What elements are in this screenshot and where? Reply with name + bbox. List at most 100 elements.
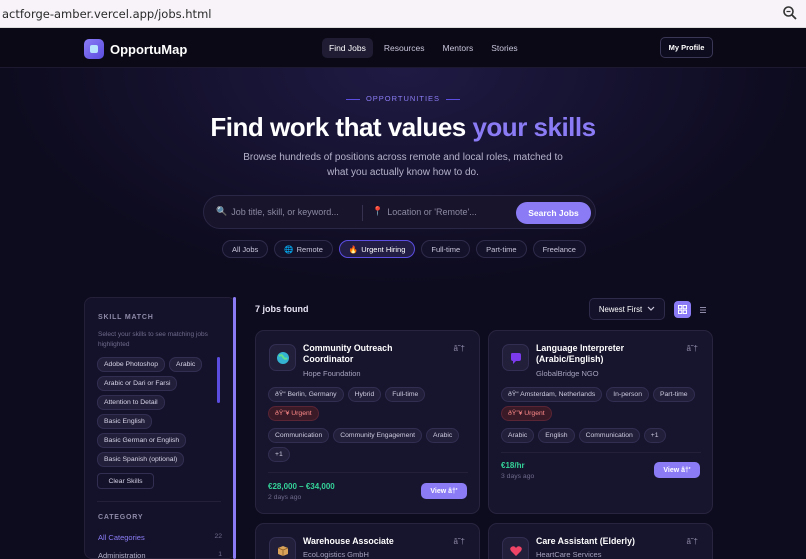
location-tag: ðŸ“ Amsterdam, Netherlands <box>501 387 603 402</box>
filter-label: Remote <box>296 244 323 254</box>
job-skill-tags: Arabic English Communication +1 <box>501 428 701 443</box>
job-posted: 2 days ago <box>268 494 302 501</box>
nav-stories[interactable]: Stories <box>484 38 524 58</box>
category-all[interactable]: All Categories 22 <box>98 533 222 542</box>
skill-chip[interactable]: Basic English <box>97 414 152 429</box>
url-text[interactable]: actforge-amber.vercel.app/jobs.html <box>2 7 211 21</box>
grid-view-button[interactable] <box>674 301 691 318</box>
skill-chip[interactable]: Basic German or English <box>97 433 187 448</box>
skill-tag: Community Engagement <box>333 428 423 443</box>
filter-full-time[interactable]: Full-time <box>421 240 471 258</box>
job-title[interactable]: Warehouse Associate <box>303 536 443 547</box>
hero-eyebrow: OPPORTUNITIES <box>0 94 806 103</box>
keyword-placeholder: Job title, skill, or keyword... <box>231 206 339 217</box>
save-job-icon[interactable]: â˜† <box>686 537 698 546</box>
my-profile-button[interactable]: My Profile <box>660 37 713 58</box>
zoom-icon[interactable] <box>782 5 798 21</box>
job-title[interactable]: Language Interpreter (Arabic/English) <box>536 343 676 365</box>
skill-chip[interactable]: Basic Spanish (optional) <box>97 452 185 467</box>
category-name: Administration <box>98 551 146 559</box>
sidebar-scrollbar[interactable] <box>233 297 236 559</box>
sort-value: Newest First <box>598 304 643 314</box>
skill-chip[interactable]: Arabic <box>169 357 203 372</box>
list-view-button[interactable] <box>694 301 711 318</box>
category-count: 22 <box>214 533 222 540</box>
skill-chip[interactable]: Arabic or Dari or Farsi <box>97 376 178 391</box>
save-job-icon[interactable]: â˜† <box>686 344 698 353</box>
job-salary: €18/hr <box>501 461 525 470</box>
job-title[interactable]: Community Outreach Coordinator <box>303 343 443 365</box>
urgent-tag: ðŸ”¥ Urgent <box>268 406 319 421</box>
hero-subtitle: Browse hundreds of positions across remo… <box>243 152 563 178</box>
filter-label: Freelance <box>542 244 576 254</box>
top-nav: OpportuMap Find Jobs Resources Mentors S… <box>0 28 806 68</box>
more-skills-tag: +1 <box>643 428 666 443</box>
category-administration[interactable]: Administration 1 <box>98 551 222 559</box>
skill-match-hint: Select your skills to see matching jobs … <box>98 331 208 348</box>
globe-icon: 🌐 <box>284 244 294 254</box>
job-card[interactable]: Language Interpreter (Arabic/English) Gl… <box>488 330 713 514</box>
job-type-tag: Full-time <box>385 387 426 402</box>
chevron-down-icon <box>647 306 655 311</box>
logo-icon <box>84 39 104 59</box>
card-divider <box>501 452 701 453</box>
save-job-icon[interactable]: â˜† <box>453 537 465 546</box>
skill-tag: Arabic <box>501 428 535 443</box>
location-input[interactable]: 📍 Location or 'Remote'... <box>372 206 477 217</box>
work-mode-tag: In-person <box>606 387 649 402</box>
nav-mentors[interactable]: Mentors <box>436 38 481 58</box>
job-salary: €28,000 – €34,000 <box>268 482 335 491</box>
location-placeholder: Location or 'Remote'... <box>387 206 477 217</box>
location-pin-icon: 📍 <box>372 206 384 216</box>
browser-address-bar[interactable]: actforge-amber.vercel.app/jobs.html <box>0 0 806 28</box>
job-card[interactable]: Warehouse Associate EcoLogistics GmbH â˜… <box>255 523 480 559</box>
view-job-button[interactable]: View â†' <box>421 483 467 499</box>
skill-tag: Arabic <box>426 428 460 443</box>
search-icon: 🔍 <box>216 206 228 216</box>
hero-section: OPPORTUNITIES Find work that values your… <box>0 68 806 288</box>
job-card[interactable]: Community Outreach Coordinator Hope Foun… <box>255 330 480 514</box>
skill-tag: Communication <box>578 428 640 443</box>
view-job-button[interactable]: View â†' <box>654 462 700 478</box>
filter-sidebar: SKILL MATCH Select your skills to see ma… <box>84 297 236 559</box>
category-count: 1 <box>218 551 222 558</box>
skill-list-scrollbar[interactable] <box>217 357 220 403</box>
hero-title-accent: your skills <box>472 112 596 142</box>
package-icon <box>269 537 296 559</box>
skill-tag: Communication <box>268 428 330 443</box>
filter-all-jobs[interactable]: All Jobs <box>222 240 269 258</box>
filter-urgent-hiring[interactable]: 🔥 Urgent Hiring <box>338 240 416 258</box>
results-count: 7 jobs found <box>255 304 309 314</box>
card-divider <box>268 472 468 473</box>
search-jobs-button[interactable]: Search Jobs <box>516 202 591 224</box>
sidebar-divider <box>97 501 221 502</box>
search-bar: 🔍 Job title, skill, or keyword... 📍 Loca… <box>203 195 596 229</box>
search-divider <box>362 205 363 221</box>
save-job-icon[interactable]: â˜† <box>453 344 465 353</box>
sort-select[interactable]: Newest First <box>589 298 665 320</box>
skill-chip[interactable]: Adobe Photoshop <box>97 357 166 372</box>
more-skills-tag: +1 <box>268 447 290 462</box>
keyword-search-input[interactable]: 🔍 Job title, skill, or keyword... <box>216 206 339 217</box>
job-meta-tags: ðŸ“ Berlin, Germany Hybrid Full-time ðŸ”… <box>268 387 468 421</box>
location-tag: ðŸ“ Berlin, Germany <box>268 387 344 402</box>
nav-find-jobs[interactable]: Find Jobs <box>322 38 373 58</box>
category-name: All Categories <box>98 533 145 542</box>
clear-skills-button[interactable]: Clear Skills <box>97 473 154 489</box>
filter-label: Full-time <box>431 244 461 254</box>
job-company: HeartCare Services <box>536 550 602 559</box>
job-card[interactable]: Care Assistant (Elderly) HeartCare Servi… <box>488 523 713 559</box>
brand-name: OpportuMap <box>110 41 188 57</box>
heart-icon <box>502 537 529 559</box>
filter-freelance[interactable]: Freelance <box>532 240 586 258</box>
nav-links: Find Jobs Resources Mentors Stories <box>322 38 525 58</box>
filter-label: Part-time <box>486 244 517 254</box>
skill-match-heading: SKILL MATCH <box>98 314 154 321</box>
skill-chip[interactable]: Attention to Detail <box>97 395 165 410</box>
nav-resources[interactable]: Resources <box>377 38 432 58</box>
brand-logo[interactable]: OpportuMap <box>84 39 187 59</box>
filter-remote[interactable]: 🌐 Remote <box>274 240 333 258</box>
filter-part-time[interactable]: Part-time <box>476 240 527 258</box>
speech-icon <box>502 344 529 371</box>
job-title[interactable]: Care Assistant (Elderly) <box>536 536 676 547</box>
